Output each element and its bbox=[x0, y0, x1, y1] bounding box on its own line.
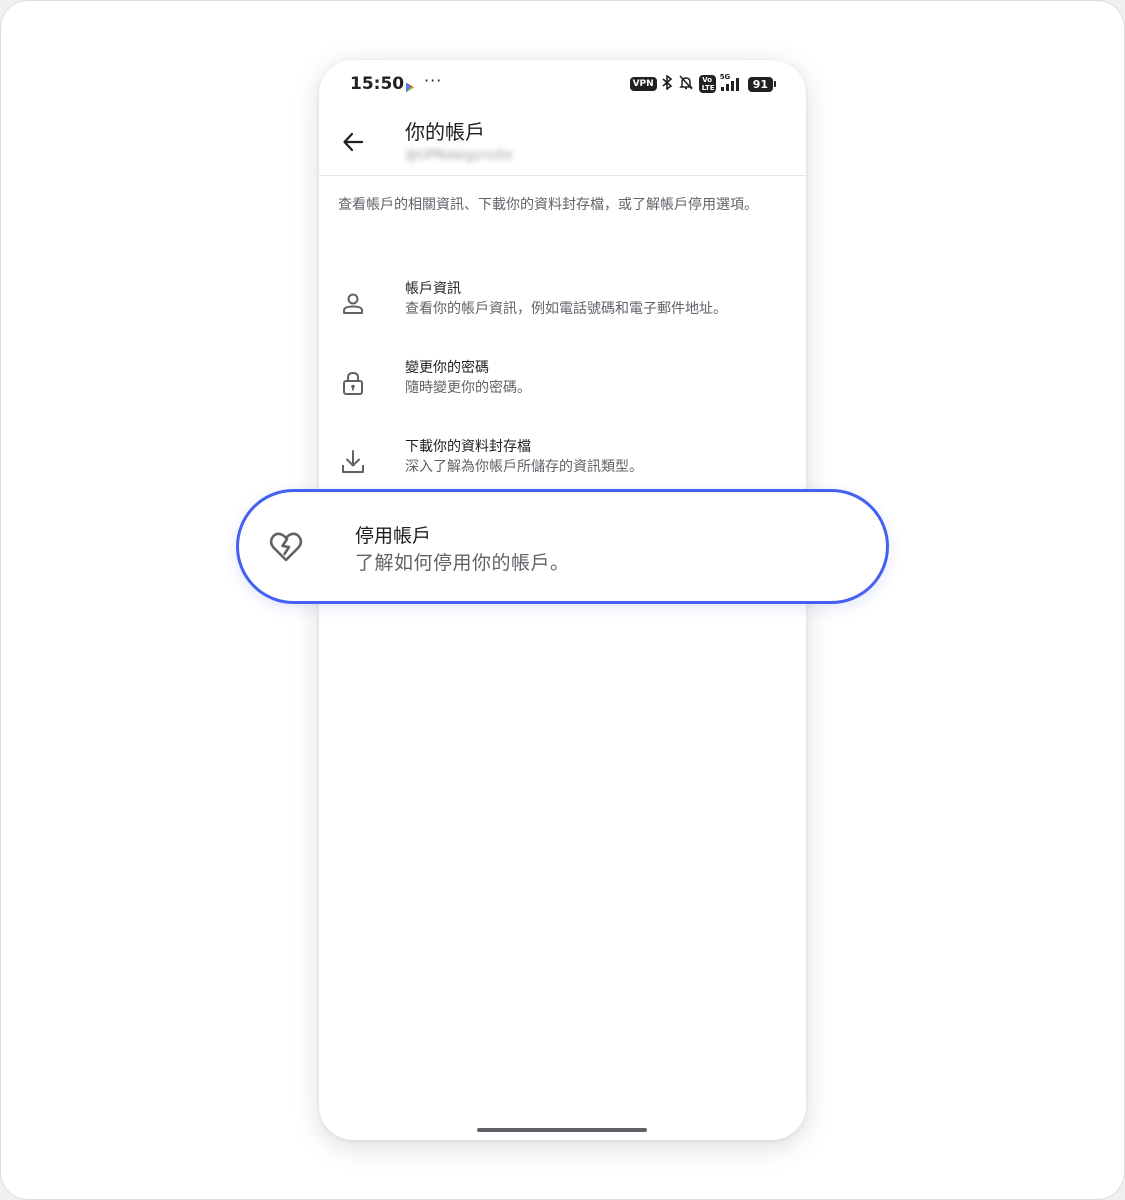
battery-level: 91 bbox=[747, 76, 773, 92]
home-indicator[interactable] bbox=[477, 1128, 647, 1132]
menu-item-description: 查看你的帳戶資訊，例如電話號碼和電子郵件地址。 bbox=[405, 301, 727, 317]
vpn-badge: VPN bbox=[629, 77, 657, 91]
person-icon bbox=[343, 293, 363, 314]
menu-item-download-archive[interactable]: 下載你的資料封存檔 深入了解為你帳戶所儲存的資訊類型。 bbox=[319, 430, 806, 492]
mute-icon bbox=[678, 74, 694, 94]
more-notifications-icon: ··· bbox=[424, 71, 443, 90]
menu-item-title: 變更你的密碼 bbox=[405, 360, 489, 376]
lock-icon bbox=[343, 371, 363, 395]
network-type: 5G bbox=[719, 73, 731, 81]
menu-item-title: 下載你的資料封存檔 bbox=[405, 439, 531, 455]
arrow-left-icon bbox=[343, 132, 364, 152]
battery-icon bbox=[774, 81, 776, 87]
menu-item-description: 深入了解為你帳戶所儲存的資訊類型。 bbox=[405, 459, 643, 475]
volte-badge: Vo LTE bbox=[698, 75, 716, 93]
status-time: 15:50 bbox=[350, 74, 405, 94]
app-bar: 你的帳戶 @UPNdaigynsite bbox=[319, 108, 806, 176]
play-store-icon bbox=[405, 78, 415, 97]
menu-item-description: 隨時變更你的密碼。 bbox=[405, 380, 531, 396]
signal-icon: 5G bbox=[720, 73, 743, 91]
account-handle: @UPNdaigynsite bbox=[405, 148, 513, 163]
page-title: 你的帳戶 bbox=[405, 120, 485, 144]
status-icons: VPN Vo LTE 5G 91 bbox=[629, 73, 776, 94]
broken-heart-icon bbox=[269, 532, 303, 562]
download-icon bbox=[342, 450, 364, 473]
menu-item-account-info[interactable]: 帳戶資訊 查看你的帳戶資訊，例如電話號碼和電子郵件地址。 bbox=[319, 272, 806, 334]
back-button[interactable] bbox=[339, 128, 367, 156]
menu-item-title: 帳戶資訊 bbox=[405, 281, 461, 297]
bluetooth-icon bbox=[662, 73, 673, 94]
intro-text: 查看帳戶的相關資訊、下載你的資料封存檔，或了解帳戶停用選項。 bbox=[338, 197, 758, 213]
menu-item-deactivate-account[interactable]: 停用帳戶 了解如何停用你的帳戶。 bbox=[236, 489, 889, 604]
menu-item-description: 了解如何停用你的帳戶。 bbox=[355, 552, 570, 574]
menu-item-title: 停用帳戶 bbox=[355, 525, 432, 547]
menu-item-change-password[interactable]: 變更你的密碼 隨時變更你的密碼。 bbox=[319, 351, 806, 413]
status-bar: 15:50 ··· VPN Vo LTE 5G 91 bbox=[319, 60, 806, 108]
